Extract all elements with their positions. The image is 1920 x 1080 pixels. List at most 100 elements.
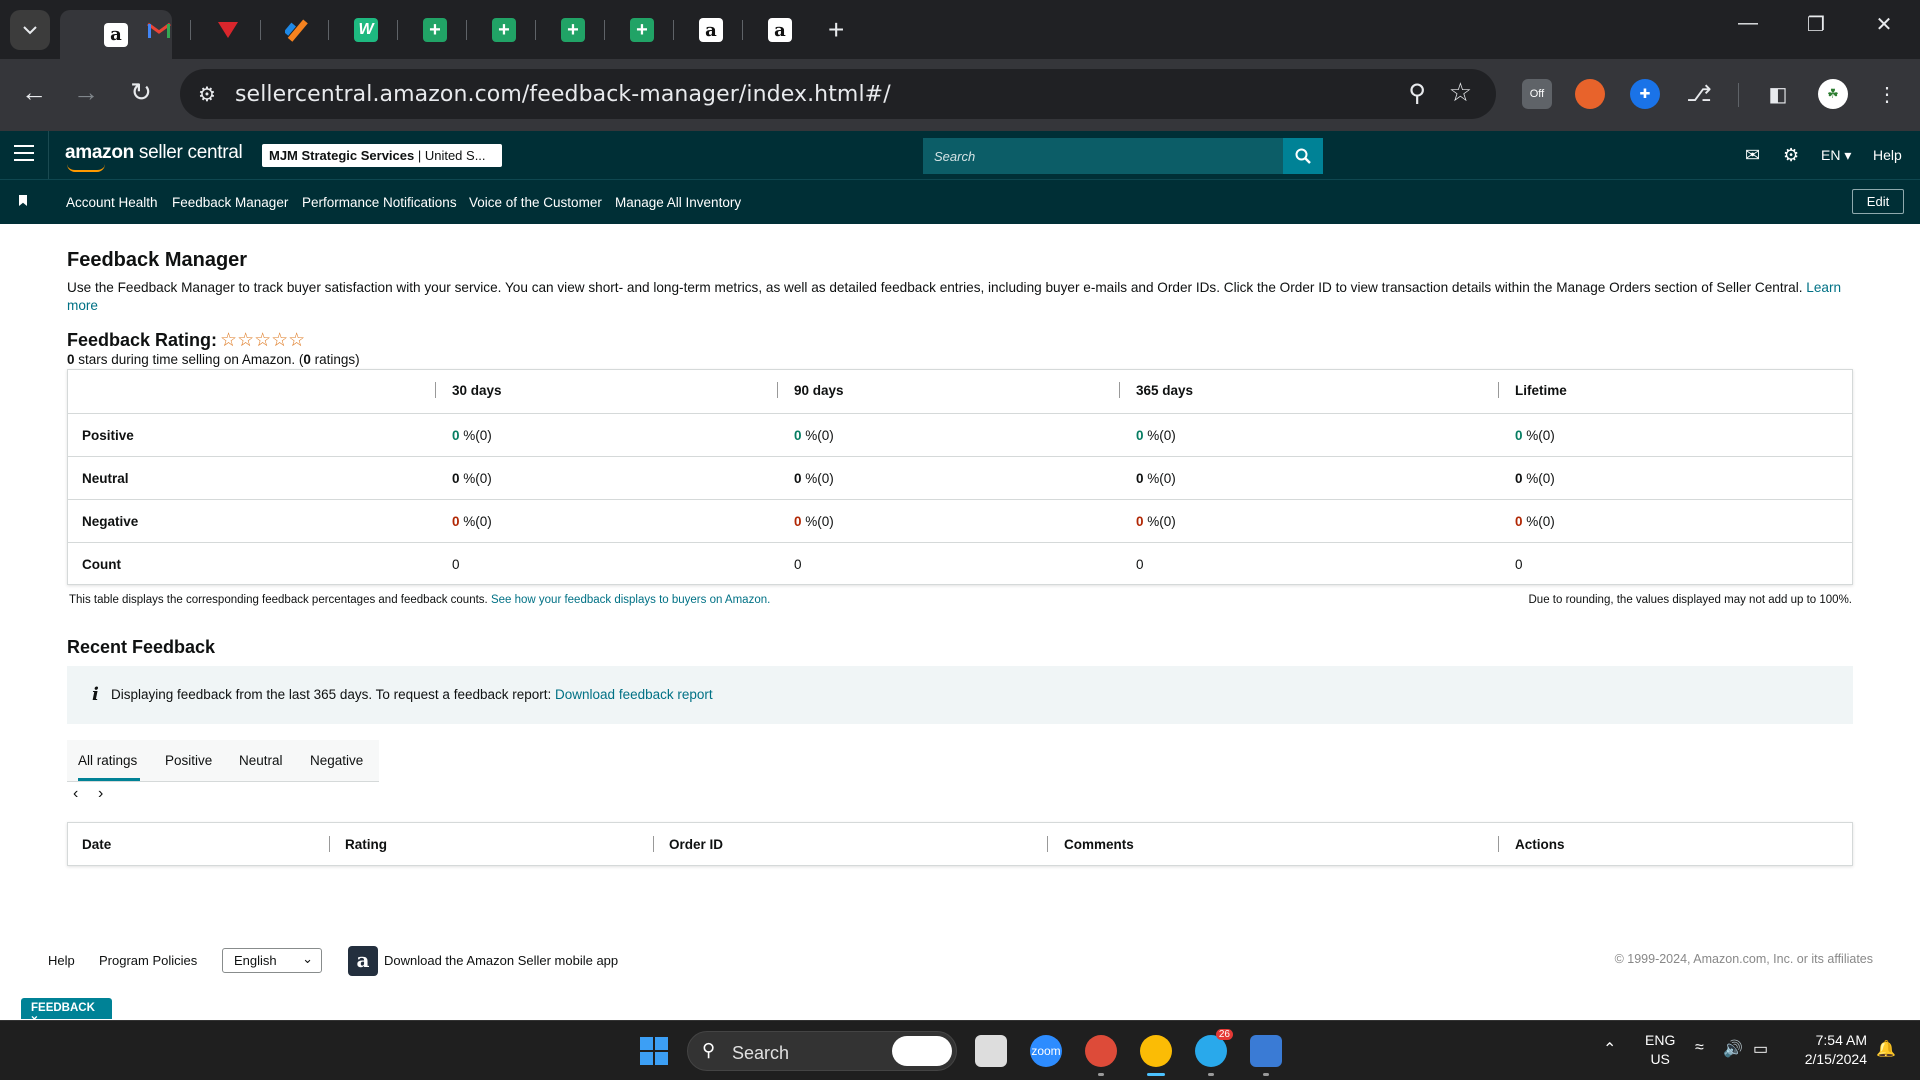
input-language: ENG: [1645, 1032, 1676, 1048]
calculator-icon[interactable]: [1250, 1035, 1282, 1067]
search-button[interactable]: [1283, 138, 1323, 174]
browser-tab-amazon-2[interactable]: a: [687, 10, 735, 50]
forward-button[interactable]: →: [68, 77, 104, 108]
column-header-date[interactable]: Date: [82, 837, 111, 852]
system-clock[interactable]: 7:54 AM 2/15/2024: [1785, 1031, 1867, 1069]
tab-search-button[interactable]: [10, 10, 50, 50]
positive-value: 0: [1515, 428, 1523, 443]
nav-performance-notifications[interactable]: Performance Notifications: [302, 195, 457, 210]
copyright-text: © 1999-2024, Amazon.com, Inc. or its aff…: [1614, 952, 1873, 966]
browser-tab-amazon-3[interactable]: a: [756, 10, 804, 50]
nav-account-health[interactable]: Account Health: [66, 195, 158, 210]
footer-help-link[interactable]: Help: [48, 953, 75, 968]
search-input[interactable]: [923, 138, 1283, 174]
column-header-comments[interactable]: Comments: [1064, 837, 1134, 852]
wifi-icon[interactable]: ≈: [1695, 1039, 1704, 1057]
tray-overflow-icon[interactable]: ⌃: [1603, 1039, 1616, 1059]
scroll-right-chevron-icon[interactable]: ›: [98, 785, 103, 803]
buyer-display-link[interactable]: See how your feedback displays to buyers…: [491, 594, 770, 606]
zoom-app-icon[interactable]: zoom: [1030, 1035, 1062, 1067]
column-header-rating[interactable]: Rating: [345, 837, 387, 852]
column-separator: [435, 382, 436, 398]
extension-off-icon[interactable]: Off: [1522, 79, 1552, 109]
store-selector[interactable]: MJM Strategic Services | United S...: [262, 144, 502, 167]
browser-tab-sheets-2[interactable]: +: [480, 10, 528, 50]
column-separator: [329, 836, 330, 852]
browser-menu-icon[interactable]: ⋮: [1872, 79, 1902, 109]
extensions-puzzle-icon[interactable]: ⎇: [1684, 79, 1714, 109]
zoom-icon[interactable]: ⚲: [1408, 79, 1426, 108]
chevron-down-icon: [23, 25, 37, 34]
restore-button[interactable]: ❐: [1796, 12, 1836, 37]
amazon-favicon-icon: a: [768, 18, 792, 42]
browser-tab-sheets-1[interactable]: +: [411, 10, 459, 50]
tab-negative[interactable]: Negative: [310, 753, 363, 768]
battery-icon[interactable]: ▭: [1753, 1039, 1768, 1059]
windows-start-icon[interactable]: [640, 1037, 668, 1065]
tab-neutral[interactable]: Neutral: [239, 753, 283, 768]
footer-program-policies-link[interactable]: Program Policies: [99, 953, 197, 968]
column-header-actions[interactable]: Actions: [1515, 837, 1565, 852]
back-button[interactable]: ←: [16, 77, 52, 108]
task-view-icon[interactable]: [975, 1035, 1007, 1067]
seller-central-logo[interactable]: amazon seller central: [65, 142, 243, 164]
browser-tab-sheets-3[interactable]: +: [549, 10, 597, 50]
bookmark-star-icon[interactable]: ☆: [1449, 77, 1472, 108]
site-info-icon[interactable]: ⚙: [198, 82, 216, 107]
browser-toolbar: ← → ↻ ⚙ sellercentral.amazon.com/feedbac…: [0, 59, 1920, 131]
browser-tab-tool[interactable]: [273, 10, 321, 50]
nav-feedback-manager[interactable]: Feedback Manager: [172, 195, 288, 210]
bookmark-icon[interactable]: [19, 195, 27, 206]
footer-language-select[interactable]: English ⌄: [222, 948, 322, 973]
side-panel-icon[interactable]: ◧: [1763, 79, 1793, 109]
chrome-icon[interactable]: [1085, 1035, 1117, 1067]
nav-manage-all-inventory[interactable]: Manage All Inventory: [615, 195, 741, 210]
extension-off-badge: Off: [1529, 88, 1545, 100]
nav-voice-of-customer[interactable]: Voice of the Customer: [469, 195, 602, 210]
notification-bell-icon[interactable]: 🔔: [1876, 1039, 1896, 1059]
taskbar-search[interactable]: ⚲ Search: [687, 1031, 957, 1071]
scroll-left-chevron-icon[interactable]: ‹: [73, 785, 78, 803]
feedback-widget-tab[interactable]: FEEDBACK ×: [21, 998, 112, 1026]
extension-blue-icon[interactable]: ✚: [1630, 79, 1660, 109]
tab-all-ratings[interactable]: All ratings: [78, 753, 137, 768]
browser-tab-sheets-4[interactable]: +: [618, 10, 666, 50]
browser-tab-w[interactable]: W: [342, 10, 390, 50]
w-favicon-icon: W: [354, 18, 378, 42]
percent-suffix: %(0): [801, 428, 834, 443]
tab-separator: [328, 20, 329, 40]
tab-positive[interactable]: Positive: [165, 753, 212, 768]
negative-value: 0: [452, 514, 460, 529]
amazon-seller-app-icon[interactable]: a: [348, 946, 378, 976]
edit-bookmarks-button[interactable]: Edit: [1852, 189, 1904, 214]
extension-orange-icon[interactable]: [1575, 79, 1605, 109]
footer-language-value: English: [234, 953, 277, 968]
browser-tab-gmail[interactable]: [135, 10, 183, 50]
percent-suffix: %(0): [459, 514, 492, 529]
help-link[interactable]: Help: [1873, 147, 1902, 163]
mail-icon[interactable]: ✉: [1745, 145, 1760, 166]
volume-icon[interactable]: 🔊: [1723, 1039, 1743, 1059]
positive-value: 0: [794, 428, 802, 443]
download-report-link[interactable]: Download feedback report: [555, 687, 713, 702]
minimize-button[interactable]: —: [1728, 12, 1768, 35]
column-header-order-id[interactable]: Order ID: [669, 837, 723, 852]
new-tab-button[interactable]: +: [828, 16, 844, 44]
close-window-button[interactable]: ✕: [1864, 12, 1904, 37]
column-header-lifetime: Lifetime: [1515, 383, 1567, 398]
input-language-indicator[interactable]: ENG US: [1645, 1031, 1675, 1069]
address-bar[interactable]: ⚙ sellercentral.amazon.com/feedback-mana…: [180, 69, 1496, 119]
reload-button[interactable]: ↻: [123, 77, 159, 108]
profile-avatar[interactable]: ☘: [1818, 79, 1848, 109]
url-text[interactable]: sellercentral.amazon.com/feedback-manage…: [235, 82, 891, 107]
copilot-icon[interactable]: [892, 1036, 952, 1066]
telegram-icon[interactable]: 26: [1195, 1029, 1233, 1067]
search-icon: [1295, 148, 1311, 164]
hamburger-menu-icon[interactable]: [14, 145, 34, 166]
positive-value: 0: [452, 428, 460, 443]
browser-tab-shopify[interactable]: [204, 10, 252, 50]
chrome-profile-icon[interactable]: [1140, 1035, 1172, 1067]
language-selector[interactable]: EN ▾: [1821, 147, 1851, 164]
settings-gear-icon[interactable]: ⚙: [1783, 145, 1799, 166]
download-app-link[interactable]: Download the Amazon Seller mobile app: [384, 953, 618, 968]
